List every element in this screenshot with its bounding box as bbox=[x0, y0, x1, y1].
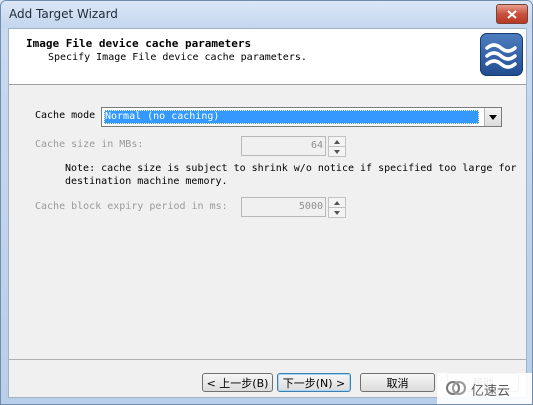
arrow-up-icon bbox=[334, 139, 340, 144]
cache-size-note-line-1: Note: cache size is subject to shrink w/… bbox=[65, 163, 517, 174]
cancel-button[interactable]: 取消 bbox=[360, 373, 435, 392]
watermark: 亿速云 bbox=[437, 373, 532, 404]
arrow-down-icon bbox=[334, 149, 340, 154]
cache-mode-label: Cache mode bbox=[35, 110, 96, 121]
page-subtitle: Specify Image File device cache paramete… bbox=[48, 52, 307, 63]
close-icon bbox=[507, 9, 517, 19]
cache-size-value: 64 bbox=[310, 140, 323, 151]
next-button[interactable]: 下一步(N) > bbox=[277, 373, 351, 392]
cache-mode-value: Normal (no caching) bbox=[104, 110, 479, 124]
arrow-up-icon bbox=[334, 200, 340, 205]
expiry-label: Cache block expiry period in ms: bbox=[35, 201, 228, 212]
arrow-down-icon bbox=[334, 210, 340, 215]
chevron-down-icon bbox=[489, 112, 497, 123]
expiry-down-button[interactable] bbox=[328, 207, 346, 218]
cache-size-down-button[interactable] bbox=[328, 146, 346, 157]
wizard-header: Image File device cache parameters Speci… bbox=[9, 29, 526, 85]
expiry-value: 5000 bbox=[298, 201, 323, 212]
cache-mode-dropdown-button[interactable] bbox=[484, 108, 501, 126]
cloud-logo-icon bbox=[445, 379, 467, 400]
window-title: Add Target Wizard bbox=[9, 7, 118, 21]
cache-size-label: Cache size in MBs: bbox=[35, 139, 144, 150]
expiry-stepper[interactable] bbox=[328, 197, 346, 218]
cache-size-field[interactable]: 64 bbox=[241, 136, 346, 157]
cache-size-note-line-2: destination machine memory. bbox=[65, 176, 228, 187]
page-title: Image File device cache parameters bbox=[26, 37, 252, 50]
wizard-window: Add Target Wizard Image File device cach… bbox=[0, 0, 533, 405]
back-button[interactable]: < 上一步(B) bbox=[202, 373, 273, 392]
watermark-text: 亿速云 bbox=[471, 384, 511, 399]
expiry-field[interactable]: 5000 bbox=[241, 197, 346, 218]
cache-size-note: Note: cache size is subject to shrink w/… bbox=[65, 162, 517, 188]
cache-mode-select[interactable]: Normal (no caching) bbox=[101, 107, 502, 127]
button-divider bbox=[9, 359, 526, 360]
wizard-client-area: Image File device cache parameters Speci… bbox=[8, 28, 527, 398]
title-bar[interactable]: Add Target Wizard bbox=[1, 1, 532, 28]
cache-size-stepper[interactable] bbox=[328, 136, 346, 157]
waves-logo-icon bbox=[480, 33, 523, 76]
close-button[interactable] bbox=[496, 4, 528, 24]
